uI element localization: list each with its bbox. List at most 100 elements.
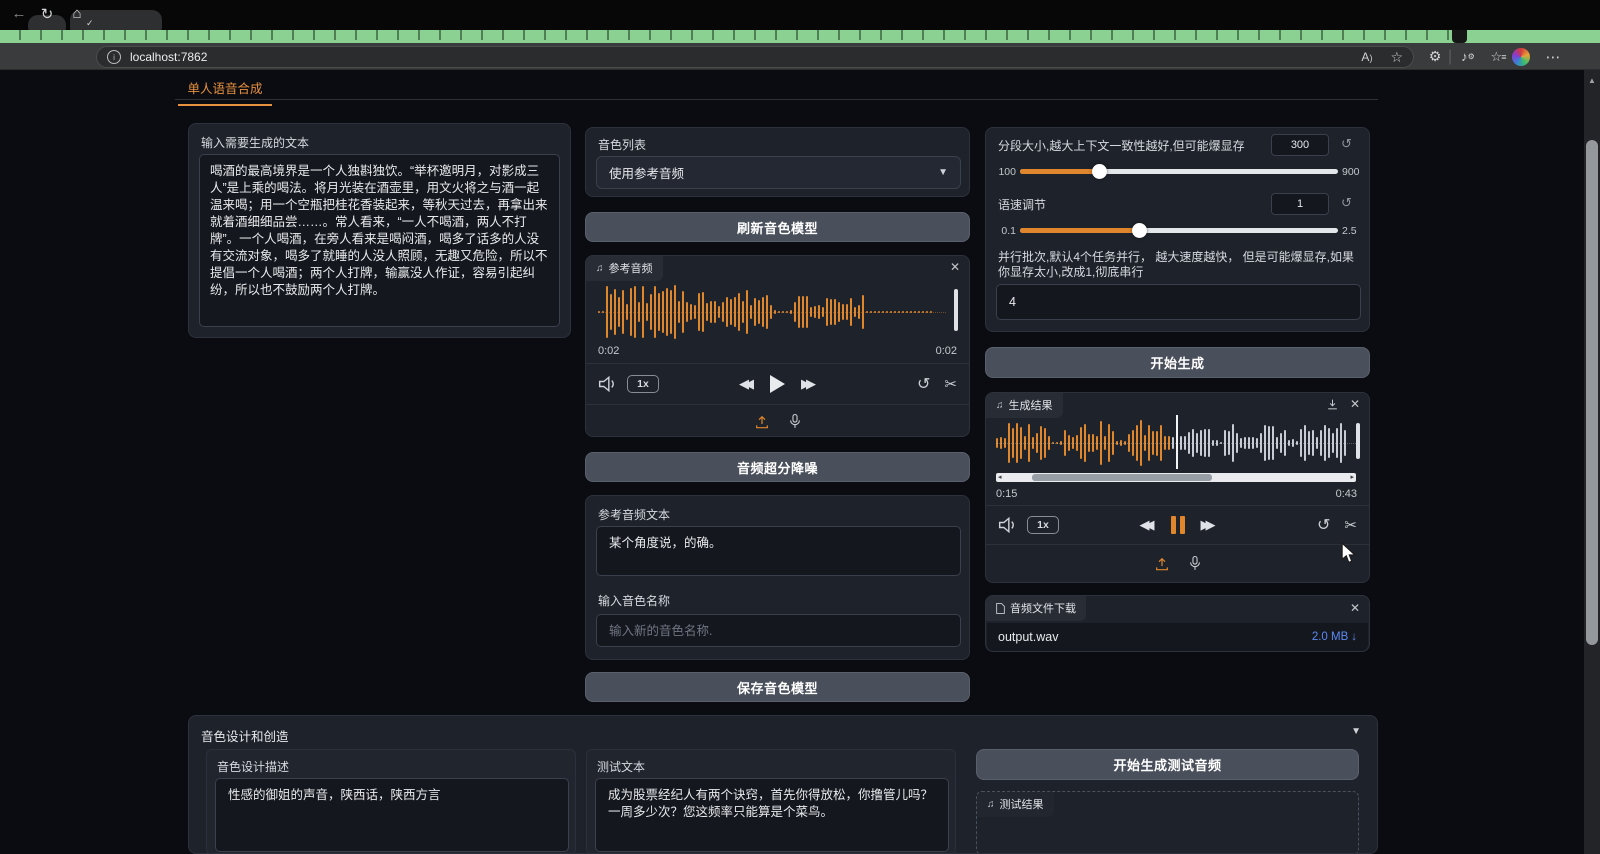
time-elapsed: 0:15 (996, 488, 1017, 500)
file-download-link[interactable]: 2.0 MB ↓ (1312, 631, 1357, 643)
scroll-up-icon[interactable]: ▲ (1586, 76, 1598, 85)
profile-avatar[interactable] (1512, 43, 1530, 70)
reference-audio-chip: ♫ 参考音频 (586, 256, 663, 281)
undo-trim-icon[interactable]: ↺ (917, 374, 930, 394)
upload-icon[interactable] (1154, 556, 1170, 572)
voice-design-accordion: 音色设计和创造 ▼ 音色设计描述 性感的御姐的声音，陕西话，陕西方言 测试文本 … (188, 715, 1378, 854)
test-result-audio: ♫ 测试结果 (976, 791, 1359, 854)
segment-min: 100 (992, 166, 1016, 178)
media-extension-icon[interactable]: ♪⚙ (1456, 43, 1480, 70)
home-icon[interactable]: ⌂ (66, 0, 88, 27)
fast-forward-icon[interactable]: ▶▶ (1201, 517, 1216, 533)
browser-titlebar (0, 0, 1600, 30)
playhead-cursor[interactable] (1176, 415, 1178, 469)
generation-settings-panel: 分段大小,越大上下文一致性越好,但可能爆显存 ↺ 100 900 语速调节 ↺ … (985, 127, 1370, 332)
file-download-panel: 音频文件下载 ✕ output.wav 2.0 MB ↓ (985, 595, 1370, 652)
site-info-icon[interactable]: i (107, 50, 121, 64)
rewind-icon[interactable]: ◀◀ (1140, 517, 1155, 533)
test-text-area[interactable]: 成为股票经纪人有两个诀窍，首先你得放松，你撸管儿吗？一周多少次？您这频率只能算是… (595, 778, 949, 852)
waveform[interactable] (598, 283, 946, 341)
download-arrow-icon: ↓ (1351, 631, 1357, 643)
waveform-zoom-scrollbar[interactable] (954, 289, 958, 331)
test-result-chip: ♫ 测试结果 (977, 792, 1054, 817)
start-generate-button[interactable]: 开始生成 (985, 347, 1370, 378)
start-test-audio-button[interactable]: 开始生成测试音频 (976, 749, 1359, 780)
voice-list-dropdown[interactable]: 使用参考音频 ▼ (596, 156, 961, 189)
file-name: output.wav (998, 630, 1058, 644)
refresh-voice-model-button[interactable]: 刷新音色模型 (585, 212, 970, 242)
microphone-icon[interactable] (1188, 555, 1202, 572)
more-menu-icon[interactable]: ⋯ (1542, 43, 1564, 70)
reference-audio-player: ♫ 参考音频 ✕ 0:02 0:02 1x ◀◀ ▶▶ ↺ ✂ (585, 255, 970, 437)
rewind-icon[interactable]: ◀◀ (739, 376, 754, 392)
speech-rate-max: 2.5 (1342, 225, 1357, 237)
voice-list-label: 音色列表 (598, 136, 646, 153)
file-row: output.wav 2.0 MB ↓ (987, 623, 1368, 651)
segment-slider-track[interactable] (1020, 169, 1338, 174)
waveform-zoom-scrollbar[interactable] (1356, 423, 1360, 459)
reset-icon[interactable]: ↺ (1341, 195, 1352, 211)
address-bar[interactable]: i localhost:7862 A) ☆ (96, 46, 1414, 68)
reference-text-area[interactable]: 某个角度说，的确。 (596, 526, 961, 576)
read-aloud-icon[interactable]: A) (1361, 50, 1372, 64)
green-strip-ticks (0, 30, 1452, 40)
segment-slider-handle[interactable] (1092, 164, 1107, 179)
audio-controls: 1x ◀◀ ▶▶ ↺ ✂ (586, 364, 969, 404)
time-total: 0:43 (1336, 488, 1357, 500)
trim-icon[interactable]: ✂ (944, 375, 957, 393)
close-icon[interactable]: ✕ (1350, 602, 1360, 614)
accordion-caret-icon: ▼ (1351, 726, 1361, 737)
close-icon[interactable]: ✕ (1350, 398, 1360, 410)
accordion-header[interactable]: 音色设计和创造 ▼ (189, 716, 1377, 746)
music-note-icon: ♫ (987, 799, 995, 810)
reset-icon[interactable]: ↺ (1341, 136, 1352, 152)
download-icon[interactable] (1326, 398, 1339, 411)
speech-rate-slider-fill (1020, 228, 1139, 233)
speech-rate-label: 语速调节 (998, 196, 1046, 213)
scroll-right-icon[interactable]: ▸ (1350, 473, 1354, 482)
input-text-area[interactable]: 喝酒的最高境界是一个人独斟独饮。“举杯邀明月，对影成三人”是上乘的喝法。将月光装… (199, 154, 560, 327)
reference-text-panel: 参考音频文本 某个角度说，的确。 输入音色名称 (585, 495, 970, 660)
chevron-down-icon: ▼ (938, 167, 948, 178)
segment-max: 900 (1342, 166, 1360, 178)
test-text-panel: 测试文本 成为股票经纪人有两个诀窍，首先你得放松，你撸管儿吗？一周多少次？您这频… (586, 749, 956, 854)
h-scrollbar-thumb[interactable] (1032, 474, 1212, 481)
batch-input[interactable] (996, 284, 1361, 320)
undo-trim-icon[interactable]: ↺ (1317, 515, 1330, 535)
page-scrollbar-thumb[interactable] (1586, 140, 1598, 645)
save-voice-model-button[interactable]: 保存音色模型 (585, 672, 970, 702)
upload-icon[interactable] (754, 414, 770, 430)
voice-design-desc-label: 音色设计描述 (217, 758, 289, 775)
voice-design-desc-area[interactable]: 性感的御姐的声音，陕西话，陕西方言 (215, 778, 569, 852)
speech-rate-slider-handle[interactable] (1132, 223, 1147, 238)
speech-rate-value[interactable] (1271, 193, 1329, 215)
fast-forward-icon[interactable]: ▶▶ (801, 376, 816, 392)
voice-list-panel: 音色列表 使用参考音频 ▼ (585, 127, 970, 197)
scroll-left-icon[interactable]: ◂ (998, 473, 1002, 482)
close-icon[interactable]: ✕ (950, 261, 960, 273)
time-elapsed: 0:02 (598, 345, 619, 357)
file-download-title: 音频文件下载 (1010, 600, 1076, 616)
input-text-panel: 输入需要生成的文本 喝酒的最高境界是一个人独斟独饮。“举杯邀明月，对影成三人”是… (188, 123, 571, 338)
trim-icon[interactable]: ✂ (1344, 516, 1357, 534)
tab-single-voice-synthesis[interactable]: 单人语音合成 (178, 78, 272, 106)
back-icon[interactable]: ← (8, 0, 30, 27)
file-download-chip: 音频文件下载 (986, 596, 1086, 621)
segment-size-value[interactable] (1271, 134, 1329, 156)
denoise-button[interactable]: 音频超分降噪 (585, 452, 970, 482)
speech-rate-slider-track[interactable] (1020, 228, 1338, 233)
pause-button[interactable] (1171, 516, 1185, 534)
time-total: 0:02 (936, 345, 957, 357)
result-audio-title: 生成结果 (1009, 397, 1053, 413)
browser-essentials-icon[interactable]: ⚙ (1424, 43, 1446, 70)
waveform-h-scrollbar[interactable]: ◂ ▸ (996, 473, 1356, 482)
collections-icon[interactable]: ☆≡ (1486, 43, 1510, 70)
test-text-label: 测试文本 (597, 758, 645, 775)
favorite-star-icon[interactable]: ☆ (1390, 49, 1403, 66)
voice-name-input[interactable] (596, 614, 961, 647)
result-audio-player: ♫ 生成结果 ✕ ◂ ▸ 0:15 0:43 1x ◀◀ (985, 392, 1370, 583)
play-button[interactable] (770, 375, 785, 393)
green-strip-notch (1452, 30, 1467, 43)
microphone-icon[interactable] (788, 413, 802, 430)
refresh-icon[interactable]: ↻ (36, 0, 58, 27)
